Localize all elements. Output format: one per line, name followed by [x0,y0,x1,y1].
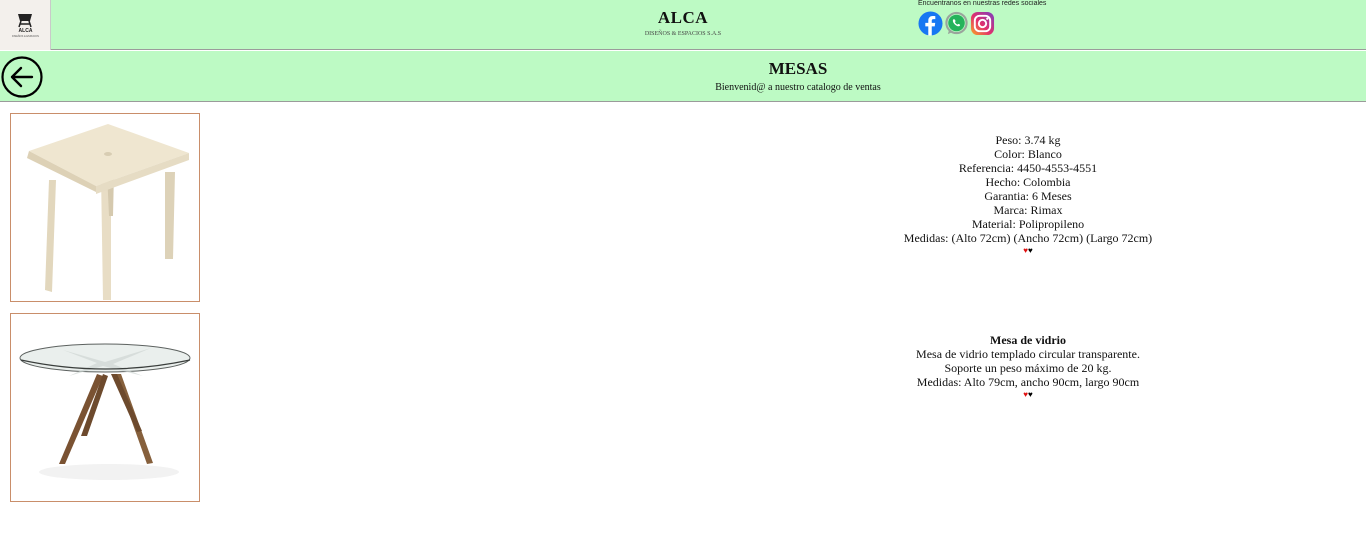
product-image-square-table[interactable] [10,113,200,302]
product-weight: Peso: 3.74 kg [995,133,1061,147]
instagram-icon[interactable] [970,11,995,36]
product-color: Color: Blanco [994,147,1062,161]
chair-logo-icon [18,14,32,28]
product-dimensions: Medidas: (Alto 72cm) (Ancho 72cm) (Largo… [903,231,1153,245]
section-header: MESAS Bienvenid@ a nuestro catalogo de v… [0,51,1366,102]
product-dimensions: Medidas: Alto 79cm, ancho 90cm, largo 90… [916,375,1140,389]
top-header: ALCA DISEÑOS & ESPACIOS ALCA DISEÑOS & E… [0,0,1366,50]
back-arrow-icon[interactable] [1,56,43,98]
product-description: Mesa de vidrio Mesa de vidrio templado c… [828,333,1228,400]
logo-subtext: DISEÑOS & ESPACIOS [12,35,39,38]
product-material: Material: Polipropileno [971,217,1085,231]
page-title: MESAS [768,59,828,78]
logo-text: ALCA [18,28,33,34]
brand-title: ALCA [657,8,709,27]
product-capacity: Soporte un peso máximo de 20 kg. [944,361,1112,375]
logo[interactable]: ALCA DISEÑOS & ESPACIOS [0,0,51,50]
whatsapp-icon[interactable] [944,11,969,36]
rating-hearts: ♥♥ [828,390,1228,400]
facebook-icon[interactable] [918,11,943,36]
heart-black-icon[interactable]: ♥ [1028,246,1033,255]
product-origin: Hecho: Colombia [985,175,1071,189]
product-description: Peso: 3.74 kg Color: Blanco Referencia: … [828,133,1228,256]
page-subtitle: Bienvenid@ a nuestro catalogo de ventas [715,82,881,93]
product-brand: Marca: Rimax [993,203,1063,217]
product-reference: Referencia: 4450-4553-4551 [958,161,1098,175]
glass-table-image [19,343,191,480]
rating-hearts: ♥♥ [828,246,1228,256]
plastic-table-image [27,124,189,300]
heart-black-icon[interactable]: ♥ [1028,390,1033,399]
product-image-glass-table[interactable] [10,313,200,502]
product-name: Mesa de vidrio [990,333,1066,347]
product-warranty: Garantia: 6 Meses [984,189,1072,203]
product-detail: Mesa de vidrio templado circular transpa… [916,347,1140,361]
social-label: Encuentranos en nuestras redes sociales [918,0,1047,7]
brand-subtitle: DISEÑOS & ESPACIOS S.A.S [644,31,722,37]
